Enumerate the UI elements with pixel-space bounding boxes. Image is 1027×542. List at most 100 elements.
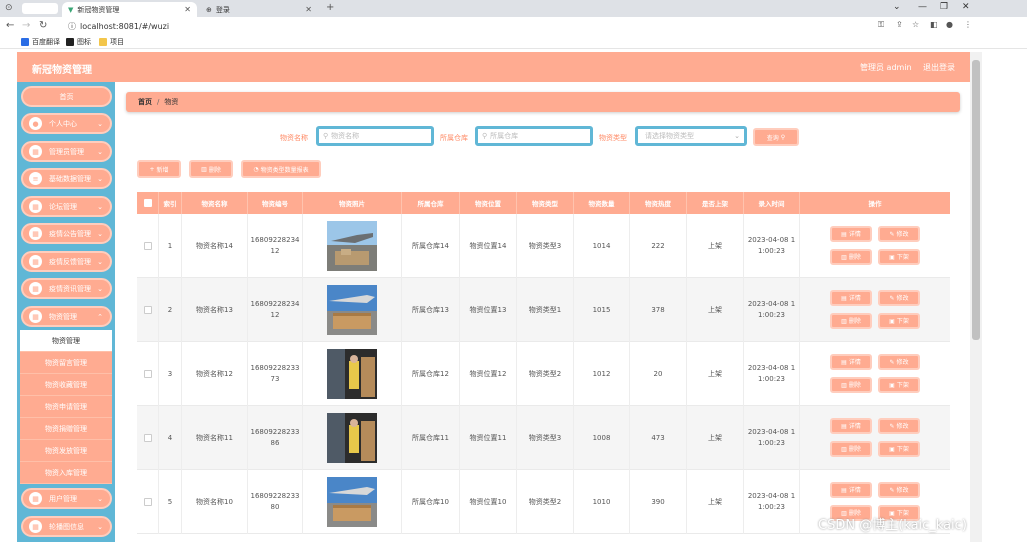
cell-name: 物资名称10 xyxy=(182,470,248,534)
col-onshelf: 是否上架 xyxy=(687,192,744,214)
edit-button[interactable]: ✎ 修改 xyxy=(878,418,920,434)
sidebar-sub-donations[interactable]: 物资捐赠管理 xyxy=(20,418,112,440)
offshelf-button[interactable]: ▣ 下架 xyxy=(878,441,920,457)
sidebar-sub-inbound[interactable]: 物资入库管理 xyxy=(20,462,112,484)
sidepanel-icon[interactable]: ◧ xyxy=(930,20,938,29)
address-bar: ← → ↻ ⓘ localhost:8081/#/wuzi ⚿ ⇪ ☆ ◧ ● … xyxy=(0,17,1027,35)
edit-button[interactable]: ✎ 修改 xyxy=(878,226,920,242)
sidebar-sub-applications[interactable]: 物资申请管理 xyxy=(20,396,112,418)
profile-icon[interactable]: ● xyxy=(946,20,953,29)
sidebar-item-profile[interactable]: ● 个人中心 ⌄ xyxy=(21,113,112,134)
row-checkbox[interactable] xyxy=(137,342,159,406)
restore-button[interactable]: ❐ xyxy=(940,2,948,12)
add-button[interactable]: + 新增 xyxy=(137,160,181,178)
cell-onshelf: 上架 xyxy=(687,470,744,534)
edit-button[interactable]: ✎ 修改 xyxy=(878,354,920,370)
breadcrumb-home[interactable]: 首页 xyxy=(138,97,152,107)
sidebar-item-announcements[interactable]: ▦ 疫情公告管理 ⌄ xyxy=(21,223,112,244)
chevron-down-icon: ⌄ xyxy=(97,202,103,211)
sidebar-item-carousel[interactable]: ▦ 轮播图信息 ⌄ xyxy=(21,516,112,537)
row-delete-button[interactable]: ▥ 删除 xyxy=(830,313,872,329)
tab-group-chip[interactable] xyxy=(22,3,58,14)
cell-actions: ▤ 详情 ✎ 修改 ▥ 删除 ▣ 下架 xyxy=(800,278,950,342)
select-all-checkbox[interactable] xyxy=(137,192,159,214)
row-delete-button[interactable]: ▥ 删除 xyxy=(830,249,872,265)
row-delete-button[interactable]: ▥ 删除 xyxy=(830,441,872,457)
cell-photo[interactable] xyxy=(303,406,402,470)
edit-button[interactable]: ✎ 修改 xyxy=(878,290,920,306)
col-actions: 操作 xyxy=(868,200,882,208)
row-delete-button[interactable]: ▥ 删除 xyxy=(830,377,872,393)
chart-report-button[interactable]: ◔ 物资类型数量报表 xyxy=(241,160,321,178)
chevron-down-icon: ⌄ xyxy=(97,522,103,531)
forward-icon[interactable]: → xyxy=(22,20,30,31)
cell-time: 2023-04-08 1 1:00:23 xyxy=(744,406,800,470)
bookmark-fanyi[interactable]: 百度翻译 xyxy=(21,37,60,47)
cell-photo[interactable] xyxy=(303,214,402,278)
sidebar-sub-messages[interactable]: 物资留言管理 xyxy=(20,352,112,374)
cell-photo[interactable] xyxy=(303,342,402,406)
tab-wuzi[interactable]: ▼ 新冠物资管理 ✕ xyxy=(62,2,197,17)
share-icon[interactable]: ⇪ xyxy=(896,20,903,29)
bookmark-project[interactable]: 项目 xyxy=(99,37,124,47)
sidebar-item-basic-data[interactable]: ≡ 基础数据管理 ⌄ xyxy=(21,168,112,189)
bookmark-icons[interactable]: 图标 xyxy=(66,37,91,47)
url-field[interactable]: ⓘ localhost:8081/#/wuzi xyxy=(68,19,868,33)
detail-button[interactable]: ▤ 详情 xyxy=(830,354,872,370)
close-icon[interactable]: ✕ xyxy=(305,5,312,14)
minimize-button[interactable]: — xyxy=(918,2,927,12)
row-checkbox[interactable] xyxy=(137,278,159,342)
detail-button[interactable]: ▤ 详情 xyxy=(830,290,872,306)
sidebar-item-feedback[interactable]: ▦ 疫情反馈管理 ⌄ xyxy=(21,251,112,272)
edit-button[interactable]: ✎ 修改 xyxy=(878,482,920,498)
grid-icon: ▦ xyxy=(29,282,42,295)
sidebar-item-admin[interactable]: ▦ 管理员管理 ⌄ xyxy=(21,141,112,162)
row-checkbox[interactable] xyxy=(137,470,159,534)
star-icon[interactable]: ☆ xyxy=(912,20,919,29)
box-icon: ▣ xyxy=(889,381,895,389)
sidebar-item-supplies[interactable]: ▦ 物资管理 ⌃ xyxy=(21,306,112,327)
detail-button[interactable]: ▤ 详情 xyxy=(830,226,872,242)
sidebar-item-home[interactable]: 首页 xyxy=(21,86,112,107)
offshelf-button[interactable]: ▣ 下架 xyxy=(878,249,920,265)
cell-index: 5 xyxy=(159,470,182,534)
cell-photo[interactable] xyxy=(303,470,402,534)
offshelf-button[interactable]: ▣ 下架 xyxy=(878,313,920,329)
scrollbar-thumb[interactable] xyxy=(972,60,980,340)
row-checkbox[interactable] xyxy=(137,214,159,278)
more-icon[interactable]: ⋮ xyxy=(964,20,972,29)
query-button[interactable]: 查询 ⚲ xyxy=(753,128,799,146)
detail-button[interactable]: ▤ 详情 xyxy=(830,418,872,434)
sidebar-sub-supplies[interactable]: 物资管理 xyxy=(20,330,112,352)
cell-location: 物资位置10 xyxy=(460,470,517,534)
logout-link[interactable]: 退出登录 xyxy=(923,62,955,73)
chevron-down-icon[interactable]: ⌄ xyxy=(893,2,901,12)
sidebar-item-users[interactable]: ▦ 用户管理 ⌄ xyxy=(21,488,112,509)
filter-name-input[interactable]: ⚲ 物资名称 xyxy=(316,126,434,146)
sidebar-sub-distribution[interactable]: 物资发放管理 xyxy=(20,440,112,462)
sidebar-item-forum[interactable]: ▦ 论坛管理 ⌄ xyxy=(21,196,112,217)
sidebar-sub-favorites[interactable]: 物资收藏管理 xyxy=(20,374,112,396)
filter-warehouse-input[interactable]: ⚲ 所属仓库 xyxy=(475,126,593,146)
search-icon: ⚲ xyxy=(482,132,488,140)
delete-button[interactable]: ▥ 删除 xyxy=(189,160,233,178)
filter-type-select[interactable]: 请选择物资类型 ⌄ xyxy=(635,126,747,146)
detail-button[interactable]: ▤ 详情 xyxy=(830,482,872,498)
new-tab-button[interactable]: + xyxy=(326,2,334,13)
tab-login[interactable]: ⊕ 登录 ✕ xyxy=(200,2,318,17)
cell-photo[interactable] xyxy=(303,278,402,342)
sidebar-item-news[interactable]: ▦ 疫情资讯管理 ⌄ xyxy=(21,278,112,299)
window-close-button[interactable]: ✕ xyxy=(962,2,970,12)
chrome-icon[interactable]: ⊙ xyxy=(5,3,13,13)
key-icon[interactable]: ⚿ xyxy=(878,20,884,30)
user-icon: ● xyxy=(29,117,42,130)
close-icon[interactable]: ✕ xyxy=(184,5,191,14)
offshelf-button[interactable]: ▣ 下架 xyxy=(878,377,920,393)
cell-heat: 222 xyxy=(630,214,687,278)
back-icon[interactable]: ← xyxy=(6,20,14,31)
row-checkbox[interactable] xyxy=(137,406,159,470)
document-icon: ▤ xyxy=(841,230,847,238)
grid-icon: ▦ xyxy=(29,255,42,268)
reload-icon[interactable]: ↻ xyxy=(39,20,47,31)
cell-quantity: 1014 xyxy=(574,214,630,278)
